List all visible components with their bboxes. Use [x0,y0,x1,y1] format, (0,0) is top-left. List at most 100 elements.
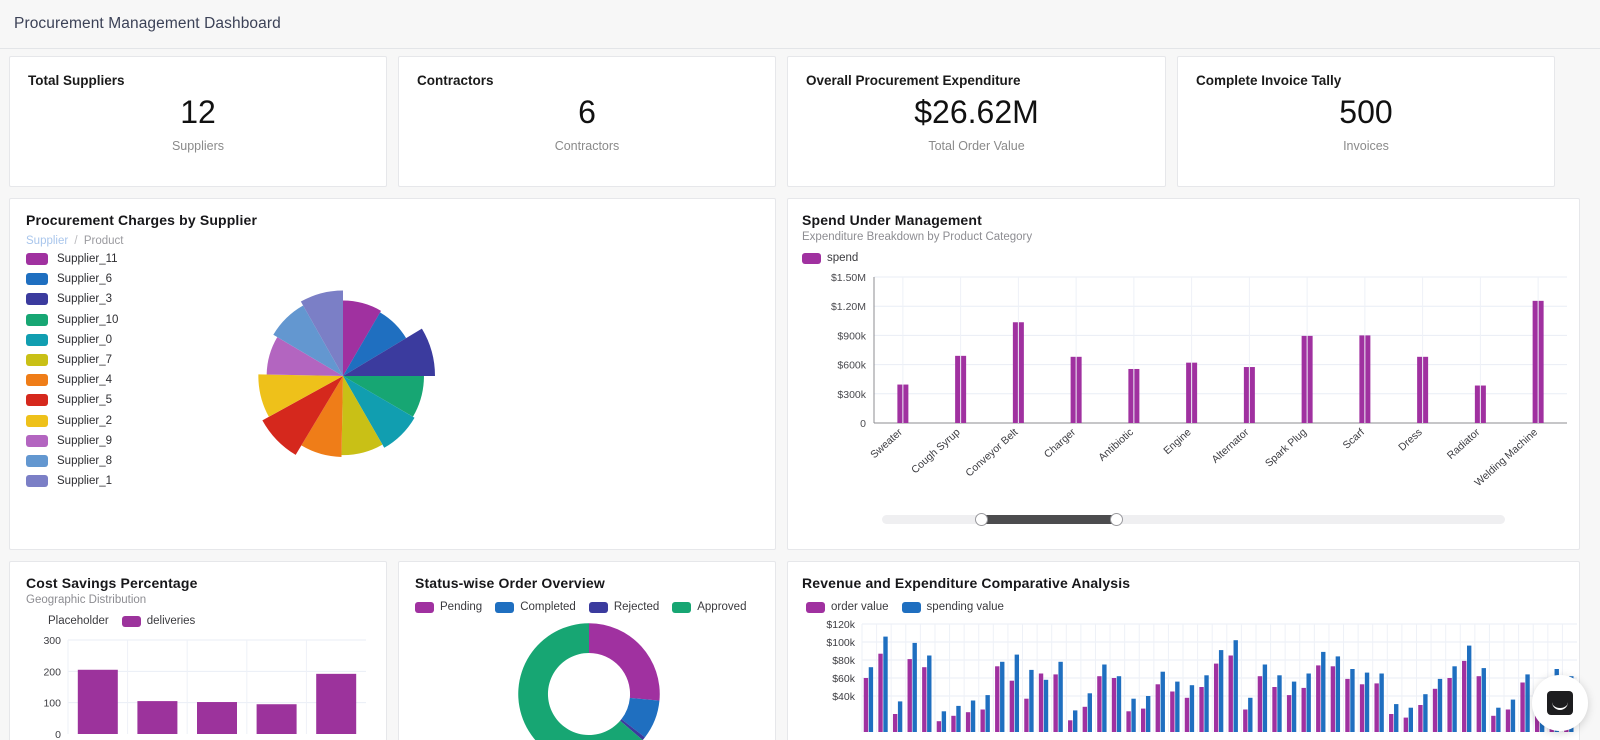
bar-order-value[interactable] [1432,688,1438,732]
pie-chart[interactable] [235,261,525,516]
bar-order-value[interactable] [1170,691,1175,733]
bar-order-value[interactable] [863,678,869,732]
bar-spending-value[interactable] [1131,698,1136,732]
legend-item-rejected[interactable]: Rejected [588,601,659,613]
bar-order-value[interactable] [1418,705,1423,732]
bar-order-value[interactable] [1345,678,1350,732]
bar-spending-value[interactable] [1116,676,1122,732]
bar-spending-value[interactable] [1000,661,1005,732]
bar-spending-value[interactable] [1073,710,1078,732]
bar-order-value[interactable] [1286,695,1292,732]
bar-spending-value[interactable] [1364,672,1370,732]
legend-item-spend[interactable]: spend [802,252,858,264]
bar-spending-value[interactable] [1043,679,1049,732]
bar-order-value[interactable] [1462,660,1467,732]
bar-order-value[interactable] [1228,655,1233,733]
bar-order-value[interactable] [1520,682,1525,733]
bar-order-value[interactable] [1505,709,1511,733]
bar-spending-value[interactable] [1058,661,1063,732]
bar-order-value[interactable] [1053,674,1058,732]
bar-order-value[interactable] [936,721,942,732]
bar-spending-value[interactable] [927,655,932,733]
bar-order-value[interactable] [995,666,1000,732]
bar[interactable] [316,673,357,734]
bar-spending-value[interactable] [1306,673,1311,733]
bar-spending-value[interactable] [1510,699,1516,732]
bar-spending-value[interactable] [970,700,976,733]
range-slider-handle-right[interactable] [1110,512,1123,526]
bar[interactable] [256,704,297,734]
bar[interactable] [77,669,118,734]
bar-spending-value[interactable] [1423,694,1428,732]
bar-order-value[interactable] [1374,683,1379,732]
donut-slice-pending[interactable] [589,623,660,701]
bar-spending-value[interactable] [883,636,888,732]
bar-spending-value[interactable] [1481,668,1486,732]
bar-order-value[interactable] [1024,698,1029,732]
bar-spending-value[interactable] [868,667,874,732]
bar-spending-value[interactable] [1350,669,1355,732]
legend-item-deliveries[interactable]: deliveries [121,615,195,627]
bar-order-value[interactable] [1316,665,1321,732]
donut-chart[interactable] [483,619,695,740]
bar-spending-value[interactable] [1262,664,1268,733]
bar-spending-value[interactable] [1248,697,1253,732]
bar-spending-value[interactable] [897,701,903,732]
bar-spending-value[interactable] [1204,675,1209,732]
bar-spending-value[interactable] [1175,681,1180,732]
kpi-card-total-suppliers[interactable]: Total Suppliers 12 Suppliers [9,56,387,187]
range-slider[interactable] [882,512,1505,526]
bar-order-value[interactable] [965,712,971,732]
breadcrumb-item-product[interactable]: Product [84,235,124,247]
bar-spending-value[interactable] [1102,664,1107,733]
bar-order-value[interactable] [1272,687,1277,732]
savings-chart[interactable]: 300 200 100 0 [26,634,372,740]
bar-spending-value[interactable] [1160,671,1165,732]
bar-spending-value[interactable] [1321,651,1326,732]
bar-chart[interactable]: $1.50M $1.20M $900k $600k $300k 0 Sweater Cough… [802,271,1579,526]
bar-order-value[interactable] [1068,720,1073,732]
bar-spending-value[interactable] [1496,707,1501,732]
bar-order-value[interactable] [1447,678,1452,732]
bar-order-value[interactable] [1243,709,1248,733]
bar-order-value[interactable] [1199,687,1204,732]
bar-order-value[interactable] [1330,666,1336,732]
breadcrumb-item-supplier[interactable]: Supplier [26,235,68,247]
bar-spending-value[interactable] [912,642,917,732]
bar-order-value[interactable] [1126,711,1131,732]
bar[interactable] [137,701,178,734]
bar-order-value[interactable] [1389,714,1394,732]
bar-order-value[interactable] [1097,676,1102,732]
bar-spending-value[interactable] [1189,685,1195,732]
legend-item-spending-value[interactable]: spending value [901,601,1004,613]
bar-spending-value[interactable] [1437,678,1443,732]
bar-spending-value[interactable] [1291,681,1297,732]
bar-spending-value[interactable] [1087,693,1092,732]
bar-spending-value[interactable] [1029,669,1034,732]
bar-order-value[interactable] [907,659,912,732]
bar-order-value[interactable] [1038,673,1044,733]
bar-spending-value[interactable] [1452,666,1457,732]
bar-order-value[interactable] [1301,687,1306,732]
bar-order-value[interactable] [1009,680,1015,732]
legend-item-pending[interactable]: Pending [415,601,482,613]
bar-order-value[interactable] [892,714,898,732]
bar-order-value[interactable] [1403,717,1409,732]
legend-item-approved[interactable]: Approved [672,601,746,613]
bar-order-value[interactable] [1140,708,1146,732]
kpi-card-invoice-tally[interactable]: Complete Invoice Tally 500 Invoices [1177,56,1555,187]
bar-spending-value[interactable] [1408,707,1414,732]
bar-spending-value[interactable] [1233,640,1238,732]
kpi-card-overall-expenditure[interactable]: Overall Procurement Expenditure $26.62M … [787,56,1166,187]
bar-spending-value[interactable] [1466,645,1472,732]
bar-spending-value[interactable] [1394,704,1399,732]
bar-order-value[interactable] [980,709,985,733]
bar-order-value[interactable] [1476,676,1481,732]
bar-spending-value[interactable] [1525,674,1530,732]
chat-widget-button[interactable] [1532,675,1588,731]
bar-order-value[interactable] [1257,676,1263,732]
bar-spending-value[interactable] [941,711,947,732]
bar-order-value[interactable] [1359,684,1365,732]
bar-spending-value[interactable] [985,695,990,732]
bar[interactable] [197,702,237,734]
